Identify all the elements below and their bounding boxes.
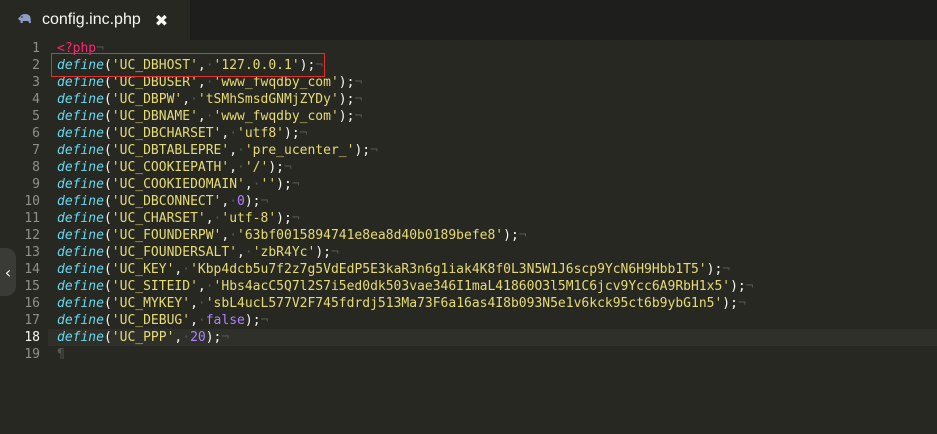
- code-line[interactable]: define('UC_SITEID',·'Hbs4acC5Q7l2S7i5ed0…: [57, 278, 937, 295]
- code-line[interactable]: define('UC_DBCHARSET',·'utf8');¬: [57, 125, 937, 142]
- line-number: 10: [24, 194, 40, 209]
- code-line[interactable]: define('UC_DBCONNECT',·0);¬: [57, 193, 937, 210]
- code-line[interactable]: <?php¬: [57, 40, 937, 57]
- code-line[interactable]: define('UC_KEY',·'Kbp4dcb5u7f2z7g5VdEdP5…: [57, 261, 937, 278]
- code-line[interactable]: define('UC_COOKIEDOMAIN',·'');¬: [57, 176, 937, 193]
- code-line[interactable]: define('UC_MYKEY',·'sbL4ucL577V2F745fdrd…: [57, 295, 937, 312]
- close-icon[interactable]: ✖: [155, 11, 168, 30]
- code-area[interactable]: <?php¬ define('UC_DBHOST',·'127.0.0.1');¬…: [48, 40, 937, 434]
- chevron-left-icon: ‹: [4, 262, 12, 282]
- line-number: 8: [32, 160, 40, 175]
- line-number: 6: [32, 126, 40, 141]
- sidebar-toggle-button[interactable]: ‹: [0, 248, 16, 296]
- code-line[interactable]: define('UC_DBHOST',·'127.0.0.1');¬: [57, 57, 937, 74]
- line-number: 1: [32, 41, 40, 56]
- code-line[interactable]: define('UC_FOUNDERSALT',·'zbR4Yc');¬: [57, 244, 937, 261]
- code-editor[interactable]: 1 2 3 4 5 6 7 8 9 10 11 12 13 14 15 16 17 18 19 <?php¬ defi…: [0, 40, 937, 434]
- line-number-gutter: 1 2 3 4 5 6 7 8 9 10 11 12 13 14 15 16 17 18 19: [0, 40, 48, 434]
- code-line[interactable]: define('UC_DBUSER',·'www_fwqdby_com');¬: [57, 74, 937, 91]
- tab-config-inc-php[interactable]: config.inc.php ✖: [0, 0, 190, 40]
- line-number: 7: [32, 143, 40, 158]
- code-line[interactable]: define('UC_CHARSET',·'utf-8');¬: [57, 210, 937, 227]
- line-number: 11: [24, 211, 40, 226]
- code-line[interactable]: define('UC_DEBUG',·false);¬: [57, 312, 937, 329]
- line-number: 12: [24, 228, 40, 243]
- code-line[interactable]: define('UC_DBPW',·'tSMhSmsdGNMjZYDy');¬: [57, 91, 937, 108]
- line-number: 5: [32, 109, 40, 124]
- code-line[interactable]: define('UC_PPP',·20);¬: [48, 329, 937, 346]
- code-line[interactable]: ¶: [57, 346, 937, 363]
- tab-bar: config.inc.php ✖: [0, 0, 937, 40]
- line-number: 4: [32, 92, 40, 107]
- line-number: 18: [24, 330, 40, 345]
- code-line[interactable]: define('UC_DBNAME',·'www_fwqdby_com');¬: [57, 108, 937, 125]
- line-number: 3: [32, 75, 40, 90]
- code-line[interactable]: define('UC_COOKIEPATH',·'/');¬: [57, 159, 937, 176]
- line-number: 9: [32, 177, 40, 192]
- code-line[interactable]: define('UC_DBTABLEPRE',·'pre_ucenter_');…: [57, 142, 937, 159]
- code-line[interactable]: define('UC_FOUNDERPW',·'63bf0015894741e8…: [57, 227, 937, 244]
- line-number: 16: [24, 296, 40, 311]
- tab-label: config.inc.php: [42, 11, 141, 28]
- php-elephant-icon: [18, 14, 31, 23]
- line-number: 17: [24, 313, 40, 328]
- line-number: 19: [24, 347, 40, 362]
- line-number: 2: [32, 58, 40, 73]
